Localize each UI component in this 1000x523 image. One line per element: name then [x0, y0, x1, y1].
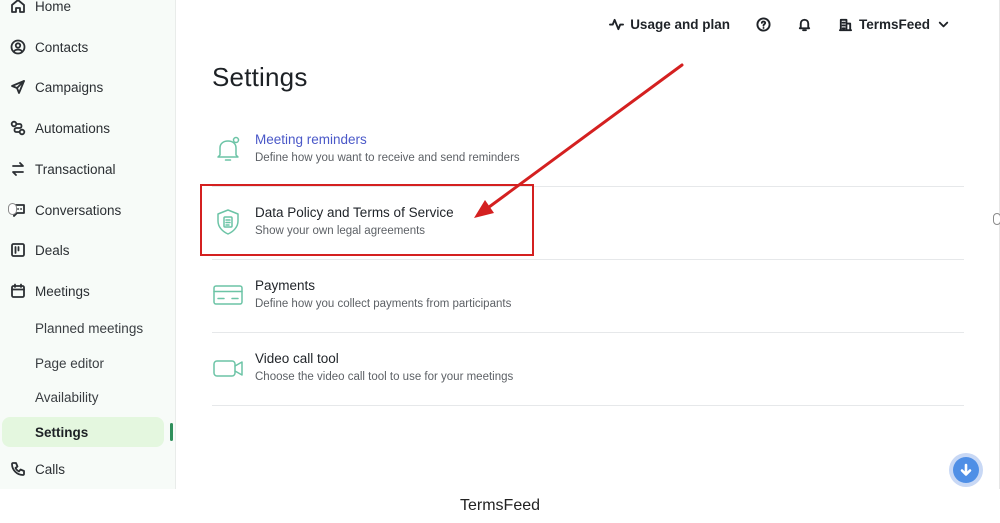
sidebar-item-meetings[interactable]: Meetings — [0, 275, 176, 307]
sidebar-item-label: Calls — [35, 461, 66, 477]
sidebar-subitem-label: Settings — [35, 424, 89, 440]
app-window: Home Contacts Campaigns Automations Tran… — [0, 0, 1000, 489]
sidebar-item-label: Transactional — [35, 161, 116, 177]
usage-and-plan-button[interactable]: Usage and plan — [609, 17, 730, 32]
video-icon — [212, 352, 244, 384]
chevron-down-icon — [938, 21, 949, 27]
sidebar-item-label: Automations — [35, 120, 111, 136]
scroll-down-button-inner — [953, 457, 979, 483]
automation-icon — [9, 119, 27, 137]
sidebar-item-home[interactable]: Home — [0, 0, 176, 22]
sidebar-subitem-planned-meetings[interactable]: Planned meetings — [0, 313, 176, 343]
page-title: Settings — [212, 62, 308, 92]
sidebar-item-label: Meetings — [35, 283, 90, 299]
settings-row-title: Payments — [255, 278, 316, 293]
sidebar-item-label: Conversations — [35, 202, 122, 218]
sidebar-item-contacts[interactable]: Contacts — [0, 31, 176, 63]
active-indicator — [170, 423, 173, 441]
sidebar-item-campaigns[interactable]: Campaigns — [0, 71, 176, 103]
help-icon — [756, 16, 771, 32]
contacts-icon — [9, 38, 27, 56]
settings-row-title: Video call tool — [255, 351, 339, 366]
sidebar: Home Contacts Campaigns Automations Tran… — [0, 0, 176, 489]
sidebar-item-label: Contacts — [35, 39, 89, 55]
side-panel-handle[interactable] — [993, 213, 1000, 225]
notifications-button[interactable] — [797, 17, 812, 32]
collapse-handle[interactable] — [8, 203, 17, 215]
settings-row-video-call-tool[interactable]: Video call tool Choose the video call to… — [212, 334, 964, 406]
sidebar-subitem-availability[interactable]: Availability — [0, 382, 176, 412]
scroll-down-button[interactable] — [949, 453, 983, 487]
settings-row-description: Choose the video call tool to use for yo… — [255, 371, 514, 383]
sidebar-subitem-page-editor[interactable]: Page editor — [0, 348, 176, 378]
kanban-icon — [9, 241, 27, 259]
sidebar-item-label: Deals — [35, 242, 70, 258]
account-menu-button[interactable]: TermsFeed — [838, 17, 951, 32]
sidebar-subitem-label: Page editor — [35, 355, 105, 371]
activity-icon — [609, 18, 625, 30]
settings-row-description: Define how you collect payments from par… — [255, 298, 512, 310]
bell-icon — [212, 133, 244, 165]
arrow-down-icon — [960, 463, 972, 476]
annotation-highlight-box — [200, 184, 534, 256]
usage-and-plan-label: Usage and plan — [630, 16, 730, 32]
sidebar-item-conversations[interactable]: Conversations — [0, 194, 176, 226]
sidebar-item-transactional[interactable]: Transactional — [0, 153, 176, 185]
bell-icon — [798, 18, 811, 31]
sidebar-subitem-label: Planned meetings — [35, 320, 144, 336]
phone-icon — [9, 460, 27, 478]
top-bar: Usage and plan TermsFeed — [609, 12, 951, 36]
calendar-icon — [9, 282, 27, 300]
settings-row-payments[interactable]: Payments Define how you collect payments… — [212, 261, 964, 333]
sidebar-item-label: Campaigns — [35, 79, 104, 95]
transfer-icon — [9, 160, 27, 178]
settings-row-title: Meeting reminders — [255, 132, 367, 147]
sidebar-subitem-settings[interactable]: Settings — [2, 417, 164, 447]
sidebar-subitem-label: Availability — [35, 389, 99, 405]
account-name: TermsFeed — [858, 16, 930, 32]
help-button[interactable] — [756, 16, 771, 32]
sidebar-item-deals[interactable]: Deals — [0, 234, 176, 266]
card-icon — [212, 279, 244, 311]
send-icon — [9, 78, 27, 96]
sidebar-item-label: Home — [35, 0, 72, 14]
caption: TermsFeed — [0, 489, 1000, 523]
sidebar-item-automations[interactable]: Automations — [0, 112, 176, 144]
home-icon — [9, 0, 27, 15]
settings-row-meeting-reminders[interactable]: Meeting reminders Define how you want to… — [212, 115, 964, 187]
sidebar-item-calls[interactable]: Calls — [0, 453, 176, 485]
settings-row-description: Define how you want to receive and send … — [255, 152, 520, 164]
building-icon — [838, 18, 853, 31]
